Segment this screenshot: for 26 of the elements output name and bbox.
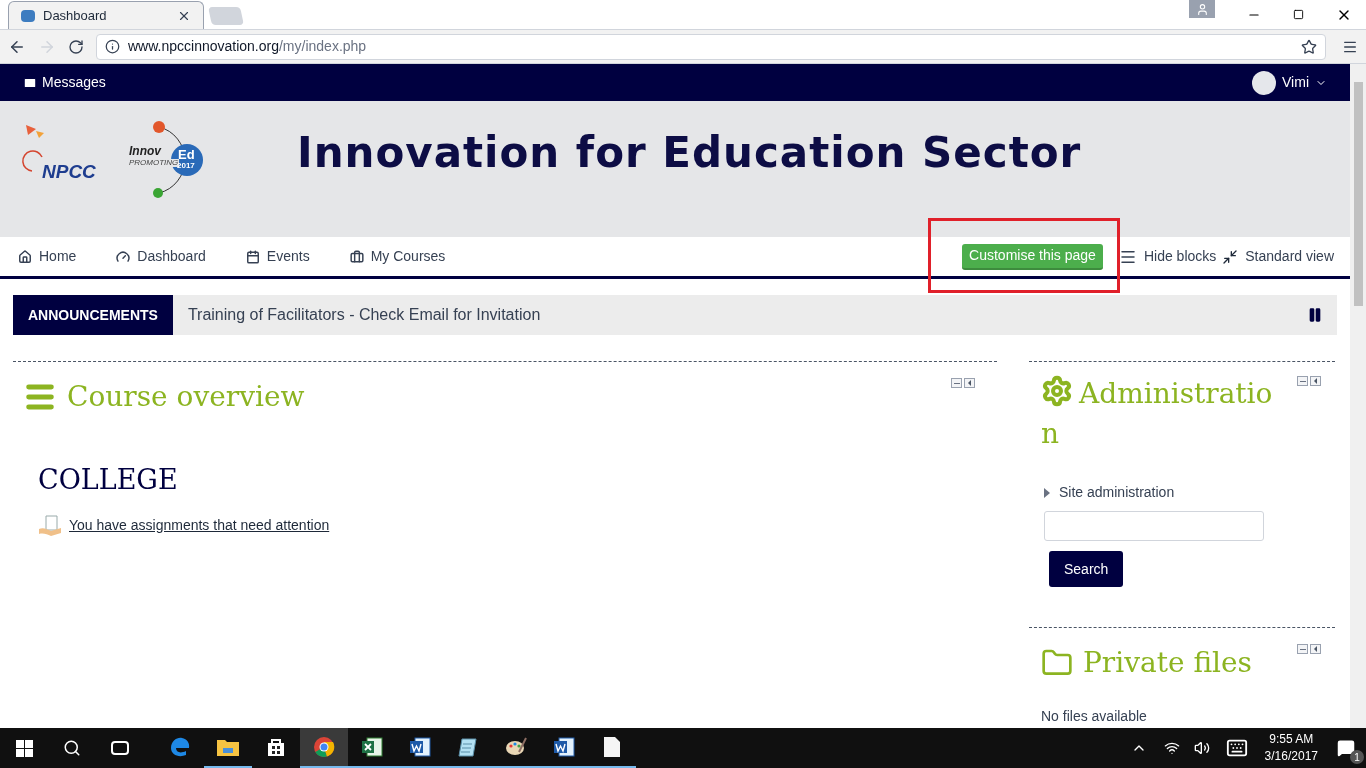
announcements-label: ANNOUNCEMENTS — [13, 295, 173, 335]
category-heading: COLLEGE — [38, 463, 179, 497]
no-files-text: No files available — [1041, 707, 1148, 726]
hide-blocks-link[interactable]: Hide blocks — [1118, 246, 1217, 267]
site-administration-item[interactable]: Site administration — [1044, 482, 1321, 503]
tab-title: Dashboard — [43, 6, 108, 25]
nav-menu-item[interactable]: Dashboard — [116, 246, 206, 267]
nav-menu-item[interactable]: My Courses — [349, 246, 446, 267]
standard-view-link[interactable]: Standard view — [1222, 246, 1334, 267]
user-menu[interactable]: Vimi — [1252, 70, 1327, 95]
block-title: Administratio n — [1041, 374, 1274, 452]
site-title: Innovation for Education Sector — [297, 127, 1082, 179]
search-button[interactable]: Search — [1049, 551, 1124, 587]
clock[interactable]: 9:55 AM 3/16/2017 — [1264, 731, 1318, 765]
url-text: www.npccinnovation.org/my/index.php — [128, 37, 368, 56]
messages-link[interactable]: Messages — [23, 72, 106, 93]
address-bar[interactable]: www.npccinnovation.org/my/index.php — [96, 33, 1326, 60]
block-title: Course overview — [23, 376, 305, 418]
nav-menu-item[interactable]: Home — [18, 246, 77, 267]
notification-count: 1 — [1350, 750, 1364, 764]
nav-menu-item[interactable]: Events — [245, 246, 310, 267]
announcement-text: Training of Facilitators - Check Email for Invitation — [187, 305, 541, 325]
block-title: Private files — [1041, 642, 1252, 684]
assignments-link[interactable]: You have assignments that need attention — [69, 515, 330, 536]
npcc-logo: NPCC — [16, 119, 111, 189]
browser-tab[interactable]: Dashboard — [8, 1, 204, 29]
